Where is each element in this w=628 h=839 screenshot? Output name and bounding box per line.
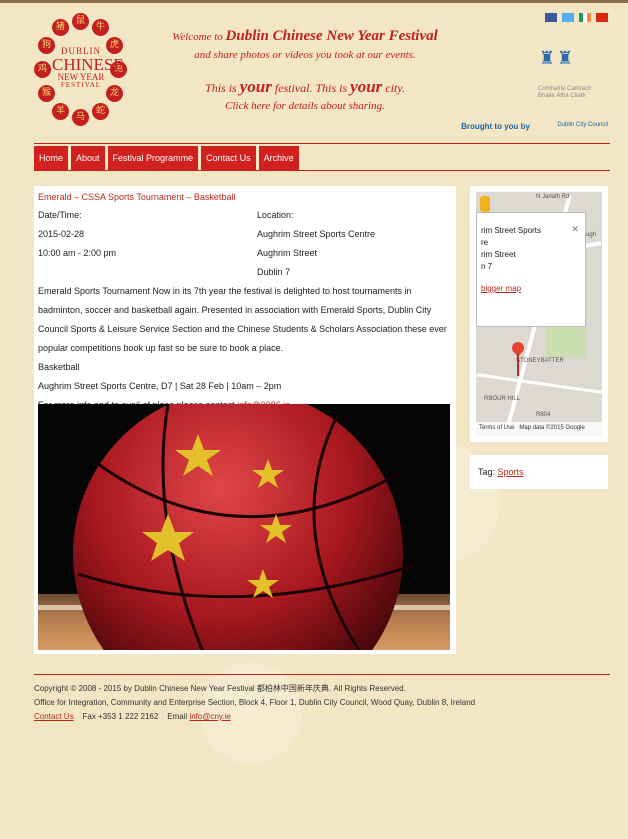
close-icon[interactable]: ✕ xyxy=(571,223,579,235)
location-label: Location: xyxy=(257,210,294,220)
welcome-banner: Welcome to Dublin Chinese New Year Festi… xyxy=(170,28,440,112)
nav-home[interactable]: Home xyxy=(34,146,69,170)
your-festival-line: This is your festival. This is your city… xyxy=(170,77,440,97)
logo-line: CHINESE xyxy=(52,55,124,74)
location-street: Aughrim Street xyxy=(257,248,318,258)
location-city: Dublin 7 xyxy=(257,267,291,277)
footer-contact-link[interactable]: Contact Us xyxy=(34,712,74,721)
map-area-label: RBOUR HILL xyxy=(484,396,521,402)
bigger-map-link[interactable]: bigger map xyxy=(481,283,579,295)
zodiac-badge: 蛇 xyxy=(92,103,109,120)
zodiac-badge: 羊 xyxy=(52,103,69,120)
date-label: Date/Time: xyxy=(38,210,82,220)
map-street-label: N Jarlath Rd xyxy=(536,194,570,200)
emphasis-your: your xyxy=(350,77,383,96)
zodiac-badge: 猪 xyxy=(52,19,69,36)
event-time: 10:00 am - 2:00 pm xyxy=(38,248,117,258)
nav-divider xyxy=(34,170,610,171)
logo-line: FESTIVAL xyxy=(60,81,102,89)
social-links xyxy=(545,13,608,22)
facebook-icon[interactable] xyxy=(545,13,557,22)
welcome-prefix: Welcome to xyxy=(172,31,226,43)
nav-contact-us[interactable]: Contact Us xyxy=(201,146,256,170)
event-body: Emerald Sports Tournament Now in its 7th… xyxy=(38,286,447,353)
brought-to-you-by: Brought to you by xyxy=(461,122,530,131)
map-road xyxy=(476,373,602,394)
fax-number: Fax +353 1 222 2162 xyxy=(82,712,159,721)
chinese-flag-icon[interactable] xyxy=(596,13,608,22)
text-part: city. xyxy=(382,81,405,95)
copyright-text: Copyright © 2008 - 2015 by Dublin Chines… xyxy=(34,684,406,693)
event-date: 2015-02-28 xyxy=(38,229,85,239)
event-article: Emerald – CSSA Sports Tournament – Baske… xyxy=(34,186,456,654)
location-name: Aughrim Street Sports Centre xyxy=(257,229,376,239)
map-area-label: STONEYBATTER xyxy=(516,358,564,364)
event-sport: Basketball xyxy=(38,362,80,372)
office-address: Office for Integration, Community and En… xyxy=(34,698,476,707)
popup-line: rim Street Sports xyxy=(481,226,542,235)
irish-flag-icon[interactable] xyxy=(579,13,591,22)
dublin-crest-icon: ♜♜ xyxy=(538,48,576,68)
zodiac-badge: 鸡 xyxy=(34,61,51,78)
map-marker-stem xyxy=(517,354,519,376)
date-column: Date/Time: 2015-02-28 10:00 am - 2:00 pm xyxy=(38,206,257,282)
council-short-name: Dublin City Council xyxy=(557,122,608,128)
nav-festival-programme[interactable]: Festival Programme xyxy=(107,146,199,170)
event-description: Emerald Sports Tournament Now in its 7th… xyxy=(38,282,452,415)
festival-name: Dublin Chinese New Year Festival xyxy=(225,28,438,44)
footer-email-link[interactable]: info@cny.ie xyxy=(189,712,230,721)
event-title: Emerald – CSSA Sports Tournament – Baske… xyxy=(38,192,236,202)
event-venue-line: Aughrim Street Sports Centre, D7 | Sat 2… xyxy=(38,381,282,391)
share-line: and share photos or videos you took at o… xyxy=(194,49,416,61)
festival-logo[interactable]: 鼠 牛 虎 兔 龙 蛇 马 羊 猴 鸡 狗 猪 DUBLIN CHINESE N… xyxy=(34,13,127,131)
sharing-details-link[interactable]: Click here for details about sharing. xyxy=(170,100,440,112)
tag-sports-link[interactable]: Sports xyxy=(498,467,524,477)
location-map-widget: N Jarlath Rd nnaugh STONEYBATTER RBOUR H… xyxy=(470,186,608,442)
event-meta: Date/Time: 2015-02-28 10:00 am - 2:00 pm… xyxy=(38,206,452,282)
welcome-line: Welcome to Dublin Chinese New Year Festi… xyxy=(170,28,440,45)
map-attribution: Terms of Use Map data ©2015 Google xyxy=(476,422,602,436)
street-view-pegman-icon[interactable] xyxy=(480,196,490,212)
nav-divider xyxy=(34,143,610,144)
map-info-window: ✕ rim Street Sports re rim Street n 7 bi… xyxy=(476,212,586,327)
popup-line: re xyxy=(481,238,489,247)
twitter-icon[interactable] xyxy=(562,13,574,22)
terms-of-use-link[interactable]: Terms of Use xyxy=(479,425,514,431)
emphasis-your: your xyxy=(239,77,272,96)
email-label: Email xyxy=(167,712,190,721)
site-footer: Copyright © 2008 - 2015 by Dublin Chines… xyxy=(34,682,594,724)
location-column: Location: Aughrim Street Sports Centre A… xyxy=(257,206,375,282)
council-sponsor[interactable]: ♜♜ Comhairle Cathrach Bhaile Átha Cliath… xyxy=(461,48,608,138)
zodiac-badge: 鼠 xyxy=(72,13,89,30)
map-data-credit: Map data ©2015 Google xyxy=(519,425,585,431)
footer-contact-line: Contact Us Fax +353 1 222 2162 Email inf… xyxy=(34,710,594,724)
zodiac-badge: 牛 xyxy=(92,19,109,36)
main-nav: Home About Festival Programme Contact Us… xyxy=(34,146,299,170)
logo-wordmark: DUBLIN CHINESE NEW YEAR FESTIVAL xyxy=(52,47,124,89)
map-road-label: R804 xyxy=(536,412,551,418)
tag-label: Tag: xyxy=(478,467,498,477)
council-irish-name: Comhairle Cathrach Bhaile Átha Cliath xyxy=(538,86,592,100)
text-part: festival. This is xyxy=(271,81,351,95)
nav-about[interactable]: About xyxy=(71,146,105,170)
zodiac-badge: 马 xyxy=(72,109,89,126)
site-header: 鼠 牛 虎 兔 龙 蛇 马 羊 猴 鸡 狗 猪 DUBLIN CHINESE N… xyxy=(0,3,628,143)
basketball-image xyxy=(38,404,450,650)
nav-archive[interactable]: Archive xyxy=(258,146,299,170)
basketball-graphic xyxy=(73,404,419,650)
footer-divider xyxy=(34,674,610,675)
google-map[interactable]: N Jarlath Rd nnaugh STONEYBATTER RBOUR H… xyxy=(476,192,602,436)
popup-line: rim Street xyxy=(481,250,516,259)
popup-line: n 7 xyxy=(481,262,493,271)
text-part: This is xyxy=(205,81,240,95)
tag-widget: Tag: Sports xyxy=(470,455,608,489)
map-park xyxy=(546,322,586,357)
